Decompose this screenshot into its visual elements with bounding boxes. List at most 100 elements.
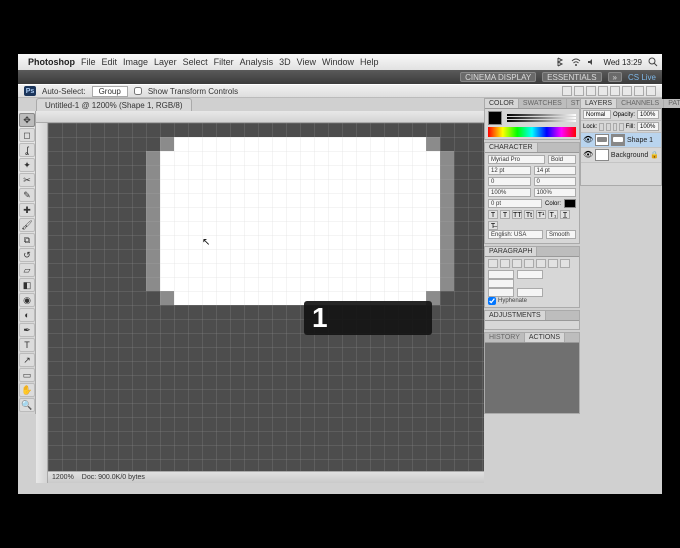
menu-view[interactable]: View	[297, 57, 316, 67]
blur-tool-icon[interactable]: ◉	[19, 293, 35, 307]
path-tool-icon[interactable]: ↗	[19, 353, 35, 367]
wifi-icon[interactable]	[571, 57, 581, 67]
bluetooth-icon[interactable]	[555, 57, 565, 67]
layer-thumb[interactable]	[595, 149, 609, 161]
para-justify-last-center-icon[interactable]	[536, 259, 546, 268]
baseline-field[interactable]: 0 pt	[488, 199, 542, 208]
align-right-icon[interactable]	[586, 86, 596, 96]
move-tool-icon[interactable]: ✥	[19, 113, 35, 127]
spectrum-bar[interactable]	[488, 127, 576, 137]
eyedropper-tool-icon[interactable]: ✎	[19, 188, 35, 202]
align-vcenter-icon[interactable]	[610, 86, 620, 96]
gradient-tool-icon[interactable]: ◧	[19, 278, 35, 292]
tab-history[interactable]: HISTORY	[485, 333, 525, 342]
distribute-v-icon[interactable]	[646, 86, 656, 96]
crop-tool-icon[interactable]: ✂	[19, 173, 35, 187]
auto-select-dropdown[interactable]: Group	[92, 86, 128, 97]
document-tab[interactable]: Untitled-1 @ 1200% (Shape 1, RGB/8)	[36, 98, 192, 111]
tab-channels[interactable]: CHANNELS	[617, 99, 664, 108]
canvas-viewport[interactable]: ↖ 1 1200% Doc: 900.0K/0 bytes	[36, 111, 484, 483]
allcaps-icon[interactable]: TT	[512, 210, 522, 219]
lock-pixels-icon[interactable]	[606, 123, 611, 131]
menu-layer[interactable]: Layer	[154, 57, 177, 67]
zoom-tool-icon[interactable]: 🔍	[19, 398, 35, 412]
hand-tool-icon[interactable]: ✋	[19, 383, 35, 397]
menu-edit[interactable]: Edit	[102, 57, 118, 67]
marquee-tool-icon[interactable]: ◻	[19, 128, 35, 142]
language-field[interactable]: English: USA	[488, 230, 543, 239]
heal-tool-icon[interactable]: ✚	[19, 203, 35, 217]
faux-bold-icon[interactable]: T	[488, 210, 498, 219]
indent-left-field[interactable]	[488, 270, 514, 279]
hyphenate-checkbox[interactable]	[488, 297, 496, 305]
para-align-left-icon[interactable]	[488, 259, 498, 268]
workspace-double-arrow-icon[interactable]: »	[608, 72, 622, 82]
align-top-icon[interactable]	[598, 86, 608, 96]
horizontal-ruler[interactable]	[36, 111, 484, 123]
layer-name[interactable]: Shape 1	[627, 137, 653, 144]
hscale-field[interactable]: 100%	[534, 188, 577, 197]
tab-layers[interactable]: LAYERS	[581, 99, 617, 108]
tab-paths[interactable]: PATHS	[664, 99, 680, 108]
doc-info[interactable]: Doc: 900.0K/0 bytes	[82, 474, 145, 481]
indent-right-field[interactable]	[517, 270, 543, 279]
tab-paragraph[interactable]: PARAGRAPH	[485, 247, 537, 256]
indent-first-field[interactable]	[488, 279, 514, 288]
fill-field[interactable]: 100%	[637, 122, 659, 131]
zoom-readout[interactable]: 1200%	[52, 474, 74, 481]
wand-tool-icon[interactable]: ✦	[19, 158, 35, 172]
lock-all-icon[interactable]	[619, 123, 624, 131]
menu-help[interactable]: Help	[360, 57, 379, 67]
menu-select[interactable]: Select	[183, 57, 208, 67]
dodge-tool-icon[interactable]: ◐	[19, 308, 35, 322]
menu-window[interactable]: Window	[322, 57, 354, 67]
app-name[interactable]: Photoshop	[28, 57, 75, 67]
lock-transparent-icon[interactable]	[599, 123, 604, 131]
font-family-field[interactable]: Myriad Pro	[488, 155, 545, 164]
ps-logo-icon[interactable]: Ps	[24, 86, 36, 96]
layer-mask-thumb[interactable]	[611, 134, 625, 146]
lasso-tool-icon[interactable]: ʆ	[19, 143, 35, 157]
font-size-field[interactable]: 12 pt	[488, 166, 531, 175]
layer-row-background[interactable]: 👁 Background 🔒	[581, 148, 661, 163]
distribute-h-icon[interactable]	[634, 86, 644, 96]
layer-row-shape1[interactable]: 👁 Shape 1	[581, 133, 661, 148]
menubar-clock[interactable]: Wed 13:29	[603, 58, 642, 67]
lock-position-icon[interactable]	[613, 123, 618, 131]
menu-file[interactable]: File	[81, 57, 96, 67]
show-transform-checkbox[interactable]	[134, 87, 142, 95]
font-style-field[interactable]: Bold	[548, 155, 576, 164]
kerning-field[interactable]: 0	[488, 177, 531, 186]
char-color-swatch[interactable]	[564, 199, 576, 208]
brush-tool-icon[interactable]: 🖌	[19, 218, 35, 232]
tab-actions[interactable]: ACTIONS	[525, 333, 565, 342]
visibility-icon[interactable]: 👁	[583, 135, 593, 145]
layer-thumb[interactable]	[595, 134, 609, 146]
opacity-field[interactable]: 100%	[637, 110, 659, 119]
blend-mode-select[interactable]: Normal	[583, 110, 611, 119]
tab-adjustments[interactable]: ADJUSTMENTS	[485, 311, 546, 320]
stamp-tool-icon[interactable]: ⧉	[19, 233, 35, 247]
tab-color[interactable]: COLOR	[485, 99, 519, 108]
canvas-grid[interactable]: ↖ 1	[48, 123, 484, 471]
foreground-swatch[interactable]	[488, 111, 502, 125]
tab-swatches[interactable]: SWATCHES	[519, 99, 567, 108]
spotlight-icon[interactable]	[648, 57, 658, 67]
cs-live-button[interactable]: CS Live	[628, 73, 656, 82]
subscript-icon[interactable]: T₁	[548, 210, 558, 219]
tab-character[interactable]: CHARACTER	[485, 143, 538, 152]
actions-body[interactable]	[485, 343, 579, 413]
type-tool-icon[interactable]: T	[19, 338, 35, 352]
para-align-right-icon[interactable]	[512, 259, 522, 268]
para-align-center-icon[interactable]	[500, 259, 510, 268]
superscript-icon[interactable]: T¹	[536, 210, 546, 219]
color-sliders[interactable]	[507, 114, 576, 122]
vertical-ruler[interactable]	[36, 123, 48, 483]
menu-image[interactable]: Image	[123, 57, 148, 67]
layer-name[interactable]: Background	[611, 152, 648, 159]
eraser-tool-icon[interactable]: ▱	[19, 263, 35, 277]
leading-field[interactable]: 14 pt	[534, 166, 577, 175]
menu-filter[interactable]: Filter	[214, 57, 234, 67]
align-left-icon[interactable]	[562, 86, 572, 96]
underline-icon[interactable]: T̲	[560, 210, 570, 219]
